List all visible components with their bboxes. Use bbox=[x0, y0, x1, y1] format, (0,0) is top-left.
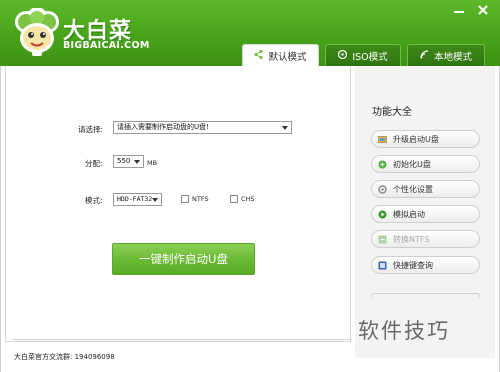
func-label: 快捷键查询 bbox=[393, 260, 433, 270]
mode-label: 模式: bbox=[85, 196, 103, 205]
mode-tabs: 默认模式 ISO模式 本地模式 bbox=[242, 44, 485, 66]
upgrade-usb-button[interactable]: 升级启动U盘 bbox=[371, 130, 480, 148]
footer-divider bbox=[12, 339, 352, 340]
func-label: 转换NTFS bbox=[393, 234, 430, 244]
main-panel: 请选择: 请插入需要制作启动盘的U盘! 分配: 550 MB 模式: HDD-F… bbox=[5, 66, 352, 342]
tab-default-mode[interactable]: 默认模式 bbox=[242, 44, 319, 66]
tab-iso-mode[interactable]: ISO模式 bbox=[325, 44, 401, 66]
allocate-unit: MB bbox=[147, 159, 158, 167]
brand-url: BIGBAICAI.COM bbox=[63, 40, 150, 51]
simulate-boot-button[interactable]: 模拟启动 bbox=[371, 205, 480, 223]
usb-drive-select[interactable]: 请插入需要制作启动盘的U盘! bbox=[113, 121, 292, 134]
chevron-down-icon bbox=[152, 198, 158, 202]
convert-ntfs-button[interactable]: 转换NTFS bbox=[371, 230, 480, 248]
qq-group-text: 大白菜官方交流群: 194096098 bbox=[14, 353, 115, 361]
cabbage-mascot-icon bbox=[12, 7, 62, 58]
minimize-icon[interactable] bbox=[452, 4, 466, 16]
ntfs-label: NTFS bbox=[192, 195, 209, 203]
select-label: 请选择: bbox=[78, 125, 104, 134]
tab-label: ISO模式 bbox=[352, 51, 388, 63]
chevron-down-icon bbox=[282, 126, 288, 130]
personalize-settings-button[interactable]: 个性化设置 bbox=[371, 180, 480, 198]
func-label: 升级启动U盘 bbox=[393, 134, 439, 144]
ntfs-checkbox[interactable]: NTFS bbox=[181, 195, 209, 203]
chs-checkbox[interactable]: CHS bbox=[230, 195, 255, 203]
settings-icon bbox=[378, 184, 387, 194]
allocate-label: 分配: bbox=[85, 159, 103, 168]
allocate-size-value: 550 bbox=[117, 157, 131, 165]
convert-icon bbox=[378, 235, 387, 244]
checkbox-box[interactable] bbox=[181, 195, 189, 203]
func-label: 个性化设置 bbox=[393, 184, 433, 194]
init-usb-button[interactable]: 初始化U盘 bbox=[371, 155, 480, 173]
tab-label: 本地模式 bbox=[433, 51, 472, 63]
checkbox-box[interactable] bbox=[230, 195, 238, 203]
func-label: 模拟启动 bbox=[393, 209, 425, 219]
chevron-down-icon bbox=[134, 160, 140, 164]
upgrade-icon bbox=[378, 135, 387, 144]
make-bootable-usb-button[interactable]: 一键制作启动U盘 bbox=[112, 243, 255, 275]
chs-label: CHS bbox=[241, 195, 255, 203]
init-icon bbox=[378, 160, 387, 169]
partition-mode-value: HDD-FAT32 bbox=[117, 195, 153, 203]
usb-drive-select-value: 请插入需要制作启动盘的U盘! bbox=[117, 123, 209, 131]
share-icon bbox=[254, 49, 263, 62]
functions-title: 功能大全 bbox=[372, 107, 412, 118]
window-controls bbox=[452, 4, 490, 16]
func-label: 初始化U盘 bbox=[393, 159, 431, 169]
simulate-icon bbox=[378, 210, 387, 219]
tab-label: 默认模式 bbox=[268, 51, 307, 63]
watermark-text: 软件技巧 bbox=[358, 319, 450, 343]
allocate-size-select[interactable]: 550 bbox=[113, 155, 144, 168]
tab-local-mode[interactable]: 本地模式 bbox=[407, 44, 485, 66]
signal-icon bbox=[420, 49, 429, 62]
partition-mode-select[interactable]: HDD-FAT32 bbox=[113, 193, 162, 206]
hotkey-query-button[interactable]: 快捷键查询 bbox=[371, 256, 480, 274]
close-icon[interactable] bbox=[476, 4, 490, 16]
keyboard-icon bbox=[378, 261, 387, 270]
disc-icon bbox=[338, 49, 348, 62]
panel-footer-strip bbox=[371, 293, 480, 297]
title-bar: 大白菜 BIGBAICAI.COM 默认模式 ISO模式 本地模式 bbox=[0, 0, 500, 66]
